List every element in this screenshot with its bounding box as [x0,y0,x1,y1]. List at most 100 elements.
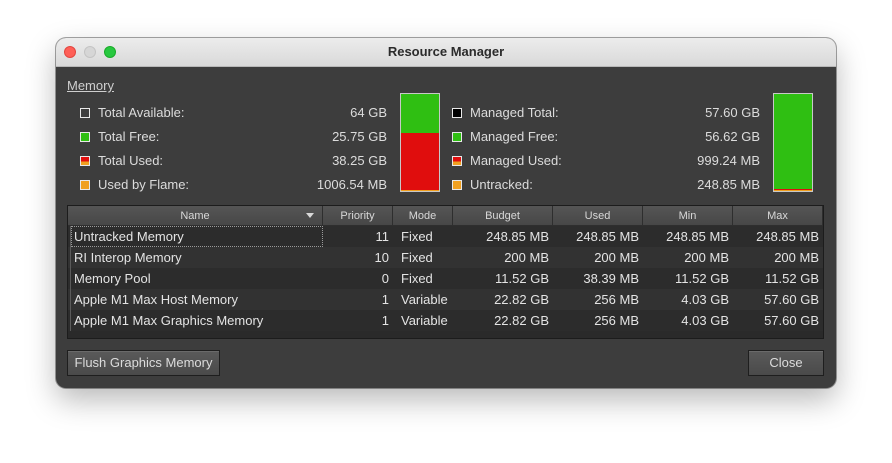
stat-value: 56.62 GB [705,129,760,144]
stat-value: 999.24 MB [697,153,760,168]
stat-label: Total Used: [98,153,164,168]
close-button[interactable]: Close [748,350,824,376]
column-header-name[interactable]: Name [68,206,323,226]
column-header-priority[interactable]: Priority [323,206,393,226]
stat-value: 248.85 MB [697,177,760,192]
table-cell-min: 200 MB [684,250,729,265]
managed-memory-bar [773,93,813,192]
table-cell-min: 4.03 GB [681,313,729,328]
stat-label: Managed Total: [470,105,559,120]
stat-label: Managed Free: [470,129,559,144]
column-header-label: Budget [485,210,520,222]
table-cell-min: 11.52 GB [675,271,729,286]
column-header-min[interactable]: Min [643,206,733,226]
table-cell-mode: Variable [401,292,448,307]
total-memory-bar [400,93,440,192]
stat-label: Total Available: [98,105,185,120]
legend-swatch [80,108,90,118]
table-cell-budget: 22.82 GB [494,313,549,328]
sort-descending-icon [306,213,314,218]
left-row: Total Free: 25.75 GB [80,129,387,147]
table-cell-max: 57.60 GB [764,313,819,328]
table-cell-mode: Fixed [401,250,433,265]
table-cell-budget: 11.52 GB [495,271,549,286]
table-row[interactable]: Apple M1 Max Host Memory 1 Variable 22.82 G… [68,289,823,310]
table-cell-min: 248.85 MB [666,229,729,244]
table-cell-max: 57.60 GB [764,292,819,307]
column-header-label: Mode [408,210,437,222]
column-header-label: Max [767,210,788,222]
stat-label: Total Free: [98,129,160,144]
table-cell-name: Untracked Memory [71,226,323,247]
column-header-max[interactable]: Max [733,206,823,226]
window-title: Resource Manager [387,44,505,59]
table-cell-priority: 1 [381,313,389,328]
table-row[interactable]: RI Interop Memory 10 Fixed 200 MB 200 MB 200 … [68,247,823,268]
table-header: Name Priority Mode Budget Used Min Max [68,206,823,226]
column-header-mode[interactable]: Mode [393,206,453,226]
table-cell-priority: 1 [381,292,389,307]
memory-section-label: Memory [67,78,114,93]
table-cell-used: 38.39 MB [583,271,639,286]
table-cell-mode: Fixed [401,271,433,286]
table-row[interactable]: Untracked Memory 11 Fixed 248.85 MB 248.85 M… [68,226,823,247]
legend-swatch [80,132,90,142]
table-cell-name: Apple M1 Max Graphics Memory [74,313,264,328]
column-header-budget[interactable]: Budget [453,206,553,226]
left-row: Total Available: 64 GB [80,105,387,123]
table-cell-used: 200 MB [594,250,639,265]
untracked-segment [774,190,812,191]
table-cell-used: 256 MB [594,292,639,307]
table-cell-priority: 0 [381,271,389,286]
resource-manager-window: Resource Manager Memory Total Available:… [56,38,836,388]
legend-swatch [452,132,462,142]
right-row: Managed Free: 56.62 GB [452,129,760,147]
table-row[interactable]: Apple M1 Max Graphics Memory 1 Variable 22.… [68,310,823,331]
left-row: Used by Flame: 1006.54 MB [80,177,387,195]
table-cell-min: 4.03 GB [681,292,729,307]
column-header-label: Min [678,210,697,222]
left-row: Total Used: 38.25 GB [80,153,387,171]
table-cell-mode: Variable [401,313,448,328]
table-cell-used: 248.85 MB [576,229,639,244]
legend-swatch [452,180,462,190]
table-cell-name: RI Interop Memory [74,250,182,265]
stat-value: 1006.54 MB [316,177,387,192]
stat-value: 64 GB [350,105,387,120]
table-row[interactable]: Memory Pool 0 Fixed 11.52 GB 38.39 MB 11.52 G… [68,268,823,289]
flame-usage-segment [401,190,439,191]
stat-value: 38.25 GB [332,153,387,168]
legend-swatch [452,108,462,118]
column-header-label: Name [180,210,210,222]
used-segment [401,133,439,190]
right-row: Managed Total: 57.60 GB [452,105,760,123]
legend-swatch [452,156,462,166]
table-cell-max: 200 MB [774,250,819,265]
column-header-used[interactable]: Used [553,206,643,226]
table-cell-budget: 200 MB [504,250,549,265]
legend-swatch [80,156,90,166]
memory-table: Name Priority Mode Budget Used Min Max Untrack… [67,205,824,339]
right-row: Untracked: 248.85 MB [452,177,760,195]
table-cell-name: Apple M1 Max Host Memory [74,292,238,307]
table-cell-mode: Fixed [401,229,433,244]
stat-label: Used by Flame: [98,177,190,192]
right-row: Managed Used: 999.24 MB [452,153,760,171]
stat-value: 57.60 GB [705,105,760,120]
table-cell-budget: 22.82 GB [494,292,549,307]
table-cell-name: Memory Pool [74,271,151,286]
column-header-label: Priority [340,210,375,222]
used-segment [774,189,812,190]
table-cell-budget: 248.85 MB [486,229,549,244]
flush-graphics-memory-button[interactable]: Flush Graphics Memory [67,350,220,376]
stat-value: 25.75 GB [332,129,387,144]
legend-swatch [80,180,90,190]
table-cell-max: 11.52 GB [765,271,819,286]
table-cell-max: 248.85 MB [756,229,819,244]
stat-label: Untracked: [470,177,533,192]
table-cell-used: 256 MB [594,313,639,328]
table-cell-priority: 10 [374,250,389,265]
table-cell-priority: 11 [375,229,390,244]
stat-label: Managed Used: [470,153,562,168]
title-bar: Resource Manager [56,38,836,67]
